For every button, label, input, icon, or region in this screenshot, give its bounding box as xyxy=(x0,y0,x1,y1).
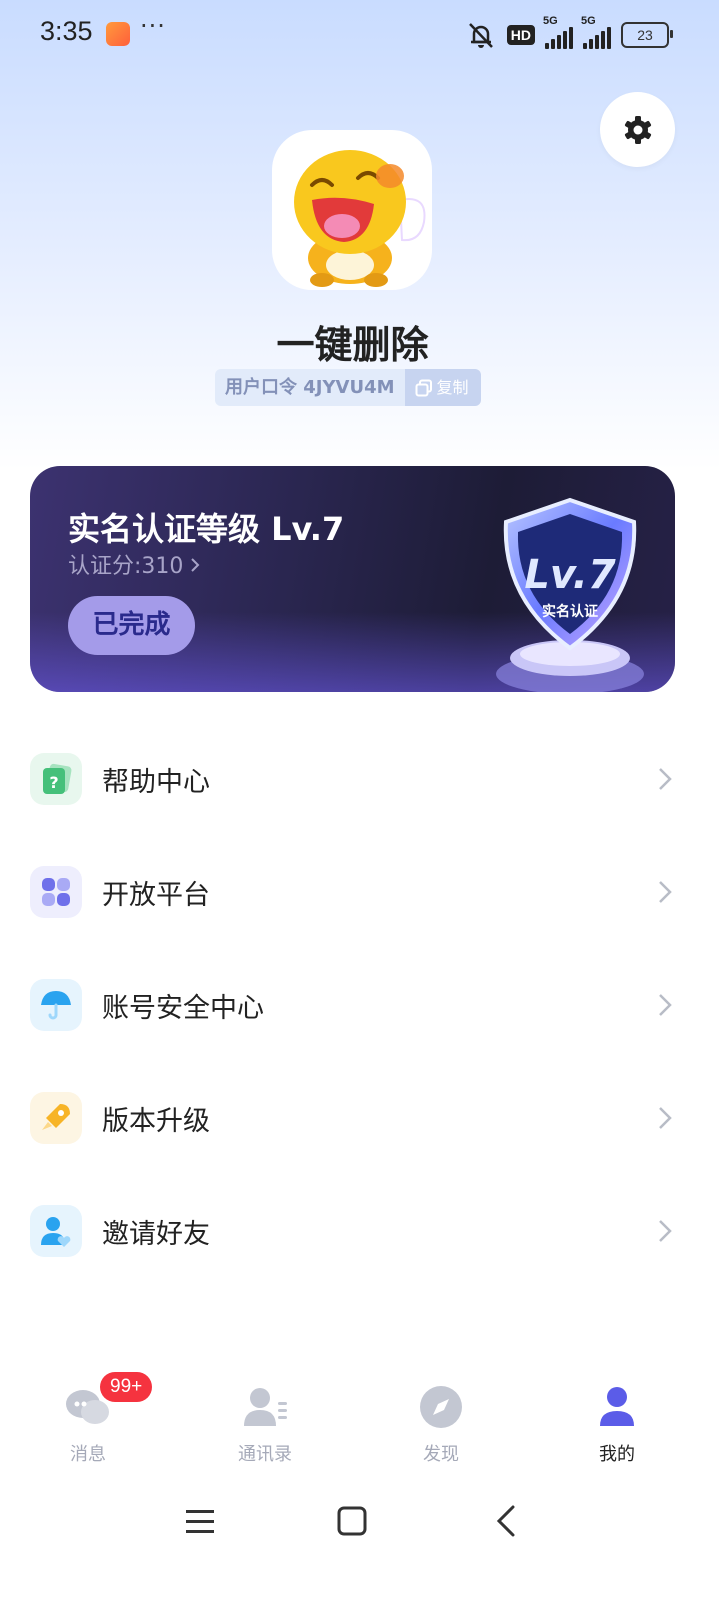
settings-button[interactable] xyxy=(600,92,675,167)
settings-menu: ? 帮助中心 开放平台 账号安全中心 版本升级 邀请好友 xyxy=(0,722,705,1287)
tab-label-me: 我的 xyxy=(599,1444,635,1465)
unread-count-badge: 99+ xyxy=(100,1372,153,1402)
menu-item-account-security[interactable]: 账号安全中心 xyxy=(0,948,705,1061)
more-notifications-icon: ··· xyxy=(140,12,166,40)
menu-label-open-platform: 开放平台 xyxy=(102,880,210,911)
umbrella-icon xyxy=(30,979,82,1031)
mute-icon xyxy=(468,23,493,48)
chevron-right-icon xyxy=(191,558,200,572)
hd-voice-icon: HD xyxy=(506,25,535,45)
home-button[interactable] xyxy=(337,1506,367,1536)
tab-label-messages: 消息 xyxy=(70,1444,106,1465)
chevron-right-icon xyxy=(659,1107,672,1129)
video-app-icon xyxy=(106,22,130,46)
menu-label-help-center: 帮助中心 xyxy=(102,767,210,798)
help-card-icon: ? xyxy=(30,753,82,805)
menu-item-help-center[interactable]: ? 帮助中心 xyxy=(0,722,705,835)
chevron-right-icon xyxy=(659,994,672,1016)
badge-text: 实名认证 xyxy=(542,603,598,620)
menu-label-invite-friends: 邀请好友 xyxy=(102,1219,210,1250)
user-code-row: 用户口令 4JYVU4M 复制 xyxy=(215,369,481,406)
chevron-right-icon xyxy=(659,1220,672,1242)
contacts-icon xyxy=(244,1388,287,1426)
person-heart-icon xyxy=(30,1205,82,1257)
status-time: 3:35 xyxy=(40,16,93,46)
tab-label-discover: 发现 xyxy=(423,1444,459,1465)
signal-icon-2: 5G xyxy=(581,15,611,49)
tab-contacts[interactable]: 通讯录 xyxy=(205,1382,325,1466)
menu-item-version-upgrade[interactable]: 版本升级 xyxy=(0,1061,705,1174)
gear-icon xyxy=(624,115,651,144)
menu-label-version-upgrade: 版本升级 xyxy=(102,1106,210,1137)
badge-level: Lv.7 xyxy=(524,552,615,598)
tab-discover[interactable]: 发现 xyxy=(381,1382,501,1466)
certification-score: 认证分:310 xyxy=(68,554,184,579)
certification-card[interactable]: 实名认证等级 Lv.7 认证分:310 已完成 Lv.7 实名认证 xyxy=(30,466,675,692)
certification-title: 实名认证等级 Lv.7 xyxy=(68,510,345,548)
completed-button[interactable]: 已完成 xyxy=(68,596,195,655)
copy-button[interactable]: 复制 xyxy=(404,369,481,406)
menu-item-open-platform[interactable]: 开放平台 xyxy=(0,835,705,948)
level-shield-badge-icon: Lv.7 实名认证 xyxy=(496,497,644,692)
copy-label: 复制 xyxy=(436,378,469,397)
menu-item-invite-friends[interactable]: 邀请好友 xyxy=(0,1174,705,1287)
tab-me[interactable]: 我的 xyxy=(557,1382,677,1466)
back-button[interactable] xyxy=(496,1505,515,1537)
battery-icon: 23 xyxy=(621,22,673,48)
person-icon xyxy=(600,1387,634,1426)
grid-apps-icon xyxy=(30,866,82,918)
laughing-chick-avatar-image xyxy=(294,150,426,287)
certification-score-link[interactable]: 认证分:310 xyxy=(68,548,200,580)
status-indicators: HD 5G 5G 23 xyxy=(465,15,673,52)
avatar[interactable] xyxy=(272,130,432,290)
profile-name: 一键删除 xyxy=(276,323,429,367)
status-bar: 3:35 ··· HD 5G 5G 23 xyxy=(0,0,719,70)
signal-icon: 5G xyxy=(543,15,573,49)
rocket-icon xyxy=(30,1092,82,1144)
chevron-right-icon xyxy=(659,881,672,903)
menu-label-account-security: 账号安全中心 xyxy=(102,993,264,1024)
user-code: 用户口令 4JYVU4M xyxy=(215,369,405,406)
system-nav-bar xyxy=(186,1505,515,1537)
copy-icon xyxy=(415,379,432,396)
recent-apps-button[interactable] xyxy=(186,1510,214,1533)
compass-icon xyxy=(420,1386,462,1428)
tab-label-contacts: 通讯录 xyxy=(238,1444,292,1465)
svg-text:?: ? xyxy=(49,773,58,792)
chevron-right-icon xyxy=(659,768,672,790)
